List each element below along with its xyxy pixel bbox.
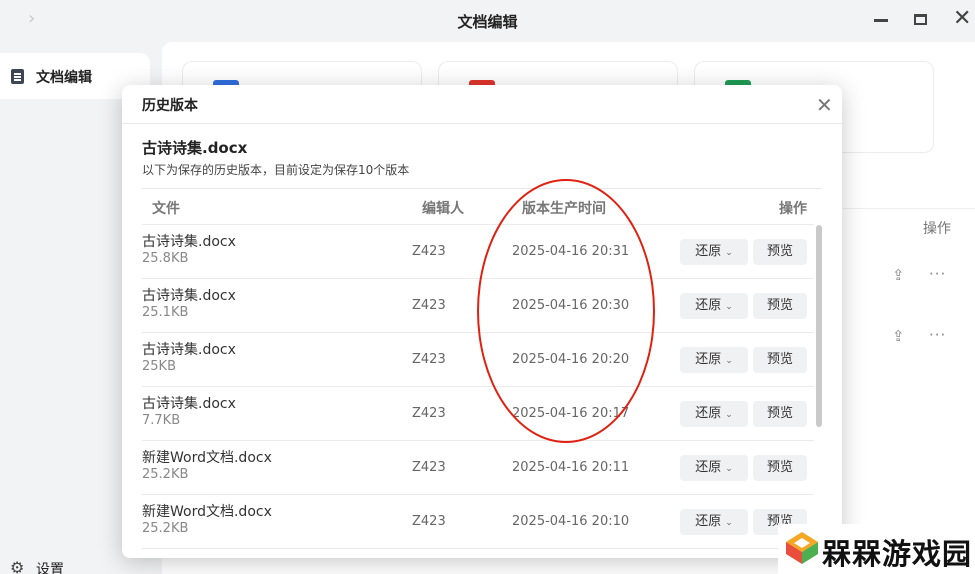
version-editor: Z423 bbox=[412, 352, 446, 367]
chevron-down-icon: ⌄ bbox=[725, 356, 733, 366]
sidebar-item-label: 文档编辑 bbox=[36, 70, 92, 86]
scrollbar-thumb[interactable] bbox=[816, 225, 822, 427]
version-editor: Z423 bbox=[412, 406, 446, 421]
version-file-name: 古诗诗集.docx bbox=[142, 288, 236, 304]
chevron-down-icon: ⌄ bbox=[725, 518, 733, 528]
version-file-size: 25KB bbox=[142, 359, 176, 374]
version-editor: Z423 bbox=[412, 298, 446, 313]
column-header-editor: 编辑人 bbox=[422, 201, 464, 217]
preview-button[interactable]: 预览 bbox=[753, 347, 807, 373]
restore-label: 还原 bbox=[695, 514, 722, 529]
restore-button[interactable]: 还原 ⌄ bbox=[680, 293, 748, 319]
restore-label: 还原 bbox=[695, 298, 722, 313]
chevron-down-icon: ⌄ bbox=[725, 248, 733, 258]
version-time: 2025-04-16 20:10 bbox=[512, 514, 630, 529]
table-row: 古诗诗集.docx 7.7KB Z423 2025-04-16 20:17 还原… bbox=[142, 387, 814, 441]
preview-button[interactable]: 预览 bbox=[753, 239, 807, 265]
restore-button[interactable]: 还原 ⌄ bbox=[680, 455, 748, 481]
chevron-down-icon: ⌄ bbox=[725, 302, 733, 312]
watermark-logo-icon bbox=[786, 532, 818, 564]
watermark-text: 槑槑游戏园 bbox=[822, 537, 973, 571]
list-header-divider bbox=[843, 208, 975, 209]
dialog-title: 历史版本 bbox=[142, 98, 198, 114]
maximize-icon[interactable] bbox=[914, 14, 927, 25]
version-file-name: 古诗诗集.docx bbox=[142, 342, 236, 358]
restore-button[interactable]: 还原 ⌄ bbox=[680, 239, 748, 265]
document-icon bbox=[11, 69, 24, 84]
version-file-name: 新建Word文档.docx bbox=[142, 450, 272, 466]
version-editor: Z423 bbox=[412, 514, 446, 529]
table-row: 新建Word文档.docx 25.2KB Z423 2025-04-16 20:… bbox=[142, 495, 814, 549]
restore-button[interactable]: 还原 ⌄ bbox=[680, 509, 748, 535]
restore-label: 还原 bbox=[695, 406, 722, 421]
table-row: 新建Word文档.docx 25.2KB Z423 2025-04-16 20:… bbox=[142, 441, 814, 495]
restore-label: 还原 bbox=[695, 352, 722, 367]
version-file-name: 古诗诗集.docx bbox=[142, 396, 236, 412]
minimize-icon[interactable] bbox=[874, 19, 888, 22]
header-divider bbox=[142, 188, 822, 189]
close-icon[interactable]: ✕ bbox=[816, 93, 833, 117]
more-icon[interactable]: ··· bbox=[929, 326, 946, 344]
version-file-size: 25.1KB bbox=[142, 305, 189, 320]
settings-label: 设置 bbox=[36, 562, 64, 574]
table-row: 古诗诗集.docx 25KB Z423 2025-04-16 20:20 还原 ⌄… bbox=[142, 333, 814, 387]
version-file-name: 新建Word文档.docx bbox=[142, 504, 272, 520]
chevron-down-icon: ⌄ bbox=[725, 410, 733, 420]
annotation-ellipse bbox=[477, 179, 655, 443]
preview-button[interactable]: 预览 bbox=[753, 401, 807, 427]
version-file-size: 25.2KB bbox=[142, 467, 189, 482]
more-icon[interactable]: ··· bbox=[929, 265, 946, 283]
watermark: 槑槑游戏园 bbox=[778, 524, 975, 574]
version-file-name: 古诗诗集.docx bbox=[142, 234, 236, 250]
version-file-size: 25.8KB bbox=[142, 251, 189, 266]
version-file-size: 7.7KB bbox=[142, 413, 181, 428]
file-description: 以下为保存的历史版本，目前设定为保存10个版本 bbox=[142, 163, 410, 177]
restore-label: 还原 bbox=[695, 244, 722, 259]
version-file-size: 25.2KB bbox=[142, 521, 189, 536]
close-window-icon[interactable]: ✕ bbox=[953, 6, 971, 31]
file-name: 古诗诗集.docx bbox=[142, 139, 248, 157]
list-actions-header: 操作 bbox=[923, 221, 951, 237]
preview-button[interactable]: 预览 bbox=[753, 455, 807, 481]
version-time: 2025-04-16 20:11 bbox=[512, 460, 630, 475]
title-bar: ‹ › 文档编辑 ✕ bbox=[0, 0, 975, 42]
table-row: 古诗诗集.docx 25.8KB Z423 2025-04-16 20:31 还… bbox=[142, 225, 814, 279]
share-icon[interactable]: ⇪ bbox=[892, 327, 905, 345]
chevron-down-icon: ⌄ bbox=[725, 464, 733, 474]
restore-button[interactable]: 还原 ⌄ bbox=[680, 401, 748, 427]
share-icon[interactable]: ⇪ bbox=[892, 266, 905, 284]
preview-button[interactable]: 预览 bbox=[753, 293, 807, 319]
gear-icon: ⚙ bbox=[10, 558, 25, 574]
restore-label: 还原 bbox=[695, 460, 722, 475]
dialog-divider bbox=[122, 123, 842, 124]
window-title: 文档编辑 bbox=[457, 13, 518, 31]
version-editor: Z423 bbox=[412, 244, 446, 259]
column-header-file: 文件 bbox=[152, 201, 180, 217]
column-header-actions: 操作 bbox=[779, 201, 807, 217]
version-editor: Z423 bbox=[412, 460, 446, 475]
restore-button[interactable]: 还原 ⌄ bbox=[680, 347, 748, 373]
